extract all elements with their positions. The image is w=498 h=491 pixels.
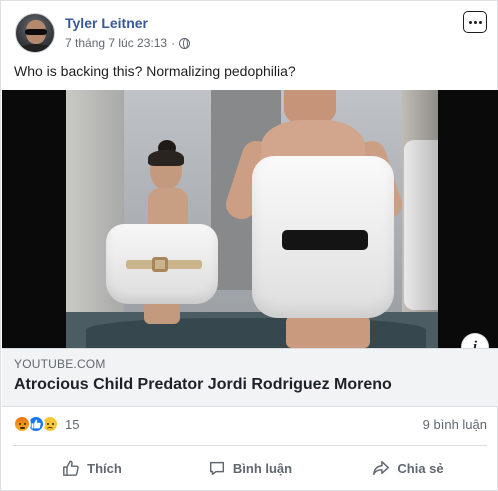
reaction-summary[interactable]: 15 — [13, 415, 79, 433]
comment-count[interactable]: 9 bình luận — [423, 417, 487, 432]
ellipsis-dot — [473, 20, 477, 24]
man-belt — [282, 230, 368, 250]
post-timestamp[interactable]: 7 tháng 7 lúc 23:13 — [65, 36, 167, 50]
share-label: Chia sẻ — [397, 460, 444, 476]
like-button[interactable]: Thích — [13, 449, 171, 487]
thumbnail-rug — [86, 318, 426, 348]
actions-divider — [13, 445, 487, 446]
child-belt-buckle — [152, 257, 168, 272]
avatar-sunglasses — [25, 29, 47, 35]
mirror-reflection — [404, 140, 438, 310]
child-figure-legs — [144, 302, 180, 324]
post-stats: 15 9 bình luận — [13, 415, 487, 437]
child-figure-body — [148, 188, 188, 228]
avatar-shirt — [18, 44, 54, 52]
thumbs-up-icon — [63, 460, 79, 476]
reaction-count: 15 — [65, 416, 80, 432]
link-domain: YOUTUBE.COM — [14, 357, 106, 371]
post-meta: 7 tháng 7 lúc 23:13 · — [65, 36, 191, 50]
comment-bubble-icon — [209, 461, 224, 476]
like-label: Thích — [87, 460, 122, 476]
post-card: Tyler Leitner 7 tháng 7 lúc 23:13 · Who … — [0, 0, 498, 491]
ellipsis-dot — [478, 20, 482, 24]
comment-button[interactable]: Bình luận — [171, 449, 329, 487]
thumbs-up-icon — [31, 419, 41, 429]
comment-label: Bình luận — [232, 460, 293, 476]
more-options-button[interactable] — [463, 11, 487, 33]
author-name[interactable]: Tyler Leitner — [65, 15, 148, 31]
post-actions: Thích Bình luận Chia sẻ — [13, 449, 487, 487]
post-header: Tyler Leitner 7 tháng 7 lúc 23:13 · — [13, 11, 487, 57]
avatar[interactable] — [15, 13, 55, 53]
child-figure-hair — [148, 150, 184, 166]
link-title[interactable]: Atrocious Child Predator Jordi Rodriguez… — [14, 376, 392, 394]
angry-reaction-icon — [13, 415, 31, 433]
globe-icon[interactable] — [179, 37, 191, 49]
link-preview-box[interactable]: YOUTUBE.COM Atrocious Child Predator Jor… — [2, 348, 498, 407]
video-thumbnail — [66, 90, 438, 348]
man-figure-legs — [286, 316, 370, 348]
share-arrow-icon — [373, 460, 390, 476]
ellipsis-dot — [468, 20, 472, 24]
post-caption: Who is backing this? Normalizing pedophi… — [14, 63, 296, 79]
link-preview-image[interactable] — [2, 90, 498, 348]
thumbnail-wall — [66, 90, 124, 348]
share-button[interactable]: Chia sẻ — [329, 449, 487, 487]
meta-separator: · — [171, 36, 176, 50]
